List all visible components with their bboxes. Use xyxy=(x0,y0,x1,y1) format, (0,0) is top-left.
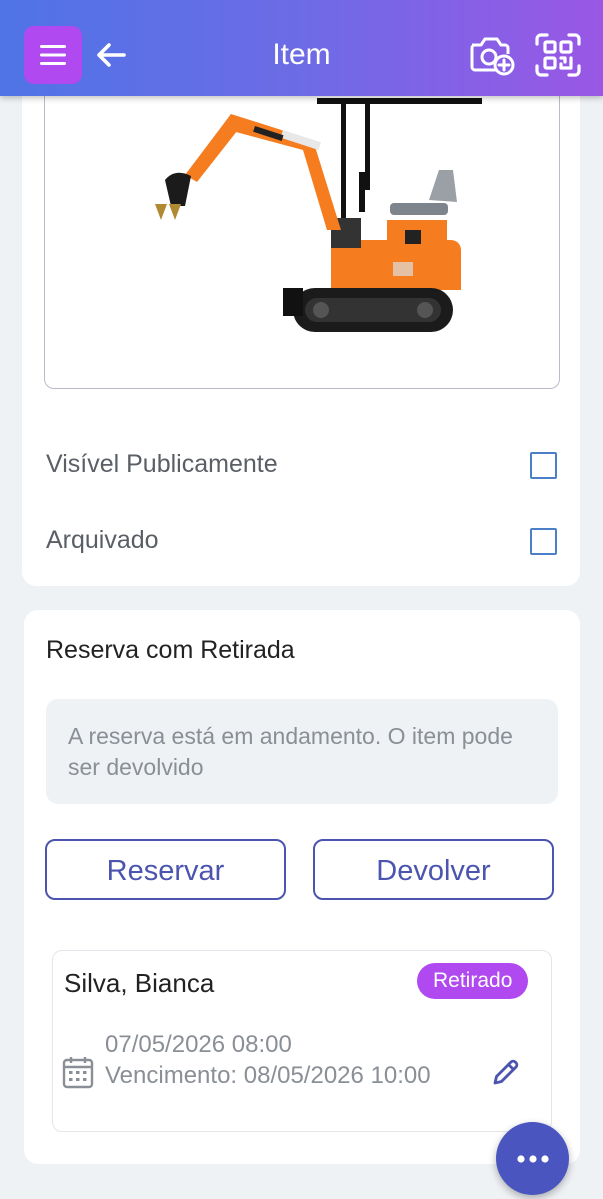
pencil-icon xyxy=(493,1059,519,1085)
app-header: Item xyxy=(0,0,603,96)
reservation-title: Reserva com Retirada xyxy=(46,636,295,664)
camera-plus-icon xyxy=(470,37,515,76)
reservation-notice-text: A reserva está em andamento. O item pode… xyxy=(68,723,513,780)
booking-card[interactable]: Silva, Bianca Retirado 07/05/2026 08:00 … xyxy=(52,950,552,1132)
reservation-notice: A reserva está em andamento. O item pode… xyxy=(46,699,558,804)
more-actions-button[interactable] xyxy=(496,1122,569,1195)
return-button[interactable]: Devolver xyxy=(313,839,554,900)
reserve-button[interactable]: Reservar xyxy=(45,839,286,900)
qr-scan-button[interactable] xyxy=(534,32,582,78)
archived-checkbox[interactable] xyxy=(530,528,557,555)
item-details-card: Visível Publicamente Arquivado xyxy=(22,80,580,586)
visible-publicly-checkbox[interactable] xyxy=(530,452,557,479)
booking-due: Vencimento: 08/05/2026 10:00 xyxy=(105,1062,431,1089)
more-horizontal-icon xyxy=(516,1154,549,1163)
archived-label: Arquivado xyxy=(46,526,159,554)
booking-dates: 07/05/2026 08:00 Vencimento: 08/05/2026 … xyxy=(105,1029,435,1091)
calendar-icon xyxy=(62,1057,94,1089)
reservation-card: Reserva com Retirada A reserva está em a… xyxy=(24,610,580,1164)
camera-plus-button[interactable] xyxy=(467,32,517,78)
qr-scan-icon xyxy=(535,33,581,77)
booking-name: Silva, Bianca xyxy=(64,968,215,998)
visible-publicly-label: Visível Publicamente xyxy=(46,450,278,478)
booking-start: 07/05/2026 08:00 xyxy=(105,1031,292,1058)
edit-booking-button[interactable] xyxy=(491,1057,521,1087)
excavator-image xyxy=(155,98,482,332)
status-badge: Retirado xyxy=(417,963,529,999)
item-photo[interactable] xyxy=(44,80,560,389)
